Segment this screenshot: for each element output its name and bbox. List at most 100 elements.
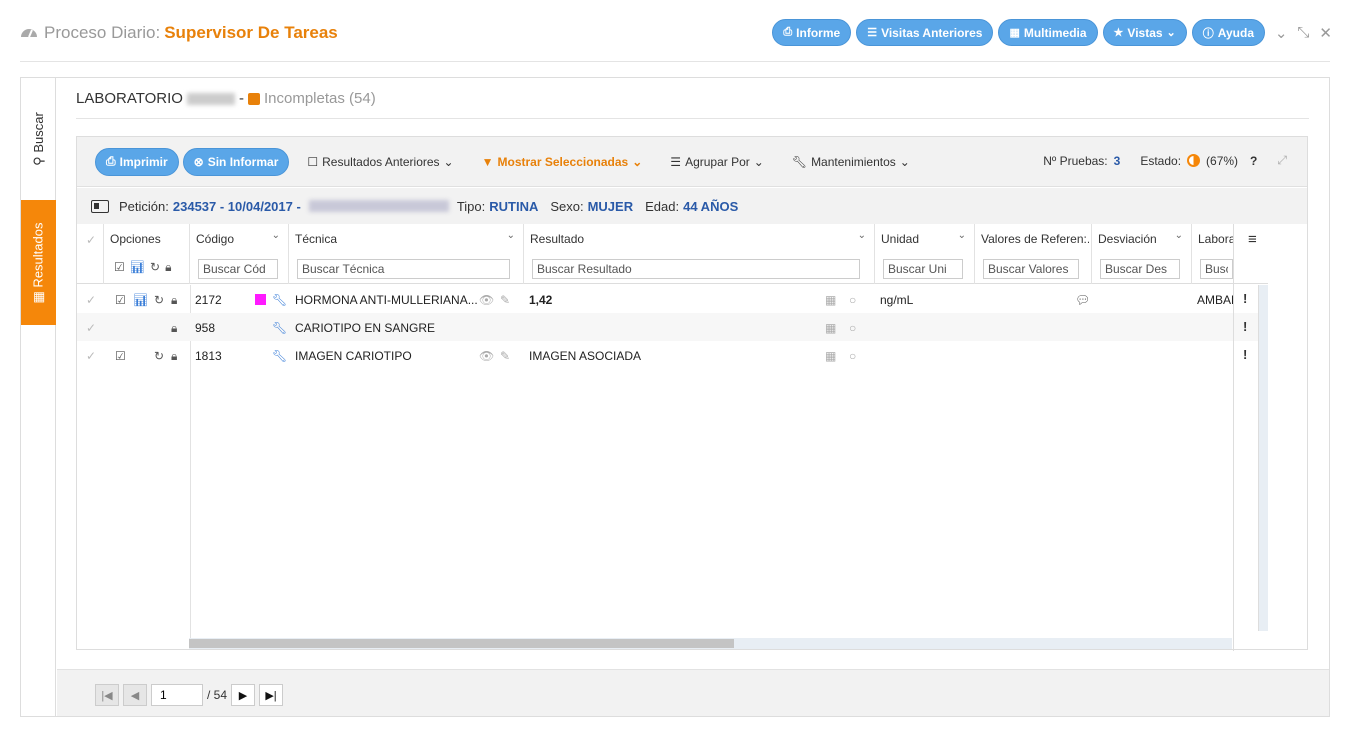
bar-chart-icon[interactable]: 📊︎ bbox=[133, 293, 148, 307]
results-card: ⎙ Imprimir ⊗ Sin Informar ☐ Resultados A… bbox=[76, 136, 1308, 651]
vertical-scrollbar[interactable] bbox=[1258, 285, 1268, 631]
lock-icon[interactable]: 🔒︎ bbox=[171, 321, 177, 336]
table-row[interactable]: ✓ ☑ ↻ 🔒︎ 1813 🔧︎ IMAGEN CARIOTIPO 👁︎ ✎ I… bbox=[77, 341, 1268, 369]
eye-icon[interactable]: 👁︎ bbox=[479, 349, 494, 363]
check-square-icon[interactable]: ☑ bbox=[115, 293, 126, 307]
resultado-filter-input[interactable] bbox=[532, 259, 860, 279]
desviacion-filter-input[interactable] bbox=[1100, 259, 1180, 279]
horizontal-scrollbar[interactable] bbox=[189, 638, 1232, 649]
row-select-icon[interactable]: ✓ bbox=[86, 349, 96, 363]
grid-header: ✓ Opciones ☑ 📊︎ ↻ 🔒︎ Código ⌄ Buscar Cód… bbox=[77, 224, 1268, 284]
refresh-icon[interactable]: ↻ bbox=[154, 349, 164, 363]
wrench-icon[interactable]: 🔧︎ bbox=[272, 349, 287, 363]
laboratorio-header: Labora bbox=[1198, 232, 1234, 246]
first-page-button[interactable]: |◀ bbox=[95, 684, 119, 706]
row-select-icon[interactable]: ✓ bbox=[86, 293, 96, 307]
comment-icon[interactable]: ○ bbox=[849, 349, 856, 363]
window-header: Proceso Diario: Supervisor De Tareas ⎙ I… bbox=[0, 0, 1350, 62]
times-circle-icon: ⊗ bbox=[193, 154, 204, 169]
edad-label: Edad: bbox=[645, 198, 680, 214]
film-icon[interactable]: ▦ bbox=[825, 349, 836, 363]
resultados-anteriores-toggle[interactable]: ☐ Resultados Anteriores ⌄ bbox=[307, 155, 453, 169]
prev-page-button[interactable]: ◀ bbox=[123, 684, 147, 706]
film-icon[interactable]: ▦ bbox=[825, 293, 836, 307]
close-icon[interactable]: ✕ bbox=[1319, 24, 1332, 42]
valores-filter-input[interactable] bbox=[983, 259, 1079, 279]
search-icon: ⚲ bbox=[30, 156, 46, 166]
peticion-value: 234537 - 10/04/2017 - bbox=[172, 198, 301, 214]
eye-icon[interactable]: 👁︎ bbox=[479, 293, 494, 307]
row-select-icon[interactable]: ✓ bbox=[86, 321, 96, 335]
sin-informar-button[interactable]: ⊗ Sin Informar bbox=[182, 147, 290, 176]
wrench-icon: 🔧︎ bbox=[791, 154, 808, 169]
imprimir-button[interactable]: ⎙ Imprimir bbox=[95, 147, 179, 176]
comment-icon[interactable]: ○ bbox=[849, 321, 856, 335]
edad-value: 44 AÑOS bbox=[683, 198, 739, 214]
tecnica-filter-input[interactable] bbox=[297, 259, 510, 279]
chevron-down-icon[interactable]: ⌄ bbox=[507, 230, 515, 241]
column-laboratorio: Labora bbox=[1192, 224, 1234, 284]
lock-icon[interactable]: 🔒︎ bbox=[171, 293, 177, 308]
table-row[interactable]: ✓ ☑ 📊︎ ↻ 🔒︎ 2172 🔧︎ HORMONA ANTI-MULLERI… bbox=[77, 285, 1268, 313]
agrupar-por-dropdown[interactable]: ☰ Agrupar Por ⌄ bbox=[670, 155, 764, 169]
vistas-button[interactable]: ★ Vistas ⌄ bbox=[1102, 19, 1187, 46]
resultado-cell[interactable]: IMAGEN ASOCIADA bbox=[529, 349, 641, 363]
minimize-icon[interactable]: ⤡ bbox=[1297, 24, 1309, 42]
ayuda-button[interactable]: ⓘ Ayuda bbox=[1191, 19, 1265, 46]
informe-button[interactable]: ⎙ Informe bbox=[772, 19, 852, 46]
collapse-icon[interactable]: ⌄ bbox=[1275, 24, 1288, 42]
help-icon[interactable]: ? bbox=[1250, 154, 1257, 168]
patient-info-bar: Petición: 234537 - 10/04/2017 - Tipo: RU… bbox=[77, 188, 1307, 224]
expand-icon[interactable]: ⤢ bbox=[1277, 153, 1287, 168]
resultado-cell[interactable]: 1,42 bbox=[529, 293, 552, 307]
window-title: Proceso Diario: Supervisor De Tareas bbox=[20, 23, 338, 43]
desviacion-header: Desviación bbox=[1098, 232, 1157, 246]
chevron-down-icon[interactable]: ⌄ bbox=[958, 230, 966, 241]
redacted-patient-name bbox=[308, 200, 449, 212]
tab-buscar[interactable]: ⚲ Buscar bbox=[21, 78, 56, 200]
comment-icon[interactable]: ○ bbox=[849, 293, 856, 307]
comments-icon[interactable]: 💬︎ bbox=[1075, 293, 1090, 307]
multimedia-button[interactable]: ▦ Multimedia bbox=[998, 19, 1098, 46]
bar-chart-icon[interactable]: 📊︎ bbox=[130, 260, 145, 275]
id-card-icon bbox=[91, 199, 109, 213]
unidad-filter-input[interactable] bbox=[883, 259, 963, 279]
chevron-down-icon[interactable]: ⌄ bbox=[858, 230, 866, 241]
sexo-value: MUJER bbox=[587, 198, 634, 214]
mantenimientos-dropdown[interactable]: 🔧︎ Mantenimientos ⌄ bbox=[792, 155, 910, 169]
page-number-input[interactable] bbox=[151, 684, 203, 706]
flag-color-icon bbox=[255, 294, 266, 305]
table-row[interactable]: ✓ 🔒︎ 958 🔧︎ CARIOTIPO EN SANGRE ▦ ○ ! bbox=[77, 313, 1268, 341]
pencil-icon[interactable]: ✎ bbox=[500, 349, 510, 363]
laboratorio-filter-input[interactable] bbox=[1200, 259, 1233, 279]
select-all-column[interactable]: ✓ bbox=[77, 224, 104, 284]
laboratorio-cell: AMBAR bbox=[1197, 293, 1233, 307]
unidad-cell: ng/mL bbox=[880, 293, 914, 307]
chevron-down-icon[interactable]: ⌄ bbox=[1175, 230, 1183, 241]
last-page-button[interactable]: ▶| bbox=[259, 684, 284, 706]
mostrar-seleccionadas-dropdown[interactable]: ▼ Mostrar Seleccionadas ⌄ bbox=[482, 155, 643, 169]
next-page-button[interactable]: ▶ bbox=[231, 684, 256, 706]
chevron-down-icon[interactable]: ⌄ bbox=[272, 230, 280, 241]
info-icon: ⓘ bbox=[1202, 27, 1214, 40]
sin-informar-label: Sin Informar bbox=[207, 154, 279, 169]
refresh-icon[interactable]: ↻ bbox=[154, 293, 164, 307]
wrench-icon[interactable]: 🔧︎ bbox=[272, 293, 287, 307]
tab-resultados[interactable]: ▦ Resultados bbox=[21, 200, 56, 325]
film-icon[interactable]: ▦ bbox=[825, 321, 836, 335]
imprimir-label: Imprimir bbox=[119, 154, 168, 169]
lock-icon[interactable]: 🔒︎ bbox=[165, 260, 171, 275]
hamburger-menu-icon[interactable]: ≡ bbox=[1248, 231, 1257, 248]
n-pruebas-label: Nº Pruebas: bbox=[1043, 153, 1108, 168]
check-square-icon[interactable]: ☑ bbox=[114, 260, 125, 275]
check-all-icon[interactable]: ✓ bbox=[86, 233, 96, 247]
lock-icon[interactable]: 🔒︎ bbox=[171, 349, 177, 364]
check-square-icon[interactable]: ☑ bbox=[115, 349, 126, 363]
refresh-icon[interactable]: ↻ bbox=[150, 260, 160, 275]
pencil-icon[interactable]: ✎ bbox=[500, 293, 510, 307]
scrollbar-thumb[interactable] bbox=[189, 639, 734, 648]
filter-icon: ▼ bbox=[481, 154, 494, 169]
visitas-anteriores-button[interactable]: ☰ Visitas Anteriores bbox=[856, 19, 994, 46]
codigo-filter-input[interactable] bbox=[198, 259, 278, 279]
wrench-icon[interactable]: 🔧︎ bbox=[272, 321, 287, 335]
